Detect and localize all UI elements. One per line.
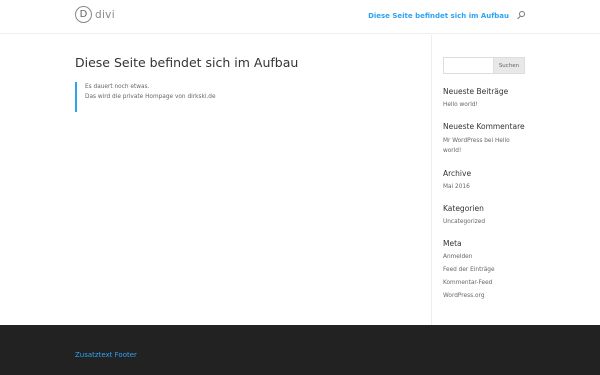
comment-post-link[interactable]: Hello <box>495 138 510 144</box>
search-button[interactable]: Suchen <box>494 57 525 74</box>
list-item: Uncategorized <box>443 218 543 226</box>
footer-text-link[interactable]: Zusatztext Footer <box>75 351 137 359</box>
list-item: Anmelden <box>443 253 543 261</box>
list-item: WordPress.org <box>443 292 543 300</box>
sidebar: Suchen Neueste Beiträge Hello world! Neu… <box>443 57 543 300</box>
archive-link[interactable]: Mai 2016 <box>443 184 470 190</box>
site-header: D divi Diese Seite befindet sich im Aufb… <box>0 0 600 34</box>
search-icon[interactable] <box>517 11 526 20</box>
list-item: Mai 2016 <box>443 183 543 191</box>
page-title: Diese Seite befindet sich im Aufbau <box>75 55 299 70</box>
meta-link-login[interactable]: Anmelden <box>443 254 472 260</box>
logo-text: divi <box>95 8 115 21</box>
meta-link-entries-feed[interactable]: Feed der Einträge <box>443 267 495 273</box>
widget-title-meta: Meta <box>443 239 462 248</box>
list-item: Mr WordPress bei Hello world! <box>443 136 543 156</box>
comment-author-link[interactable]: Mr WordPress <box>443 138 482 144</box>
widget-title-recent-posts: Neueste Beiträge <box>443 87 509 96</box>
blockquote: Es dauert noch etwas. Das wird die priva… <box>75 82 216 112</box>
recent-comments-list: Mr WordPress bei Hello world! <box>443 136 543 156</box>
site-logo[interactable]: D divi <box>75 6 115 23</box>
archive-list: Mai 2016 <box>443 183 543 191</box>
main-content: Diese Seite befindet sich im Aufbau Es d… <box>0 35 600 325</box>
quote-line-1: Es dauert noch etwas. <box>85 84 150 90</box>
sidebar-divider <box>431 35 432 325</box>
categories-list: Uncategorized <box>443 218 543 226</box>
widget-title-categories: Kategorien <box>443 204 484 213</box>
list-item: Feed der Einträge <box>443 266 543 274</box>
nav-link-home[interactable]: Diese Seite befindet sich im Aufbau <box>368 12 509 20</box>
sidebar-search: Suchen <box>443 57 543 74</box>
logo-mark-icon: D <box>75 6 92 23</box>
recent-posts-list: Hello world! <box>443 101 543 109</box>
widget-title-archive: Archive <box>443 169 472 178</box>
quote-line-2: Das wird die private Hompage von dirkski… <box>85 94 216 100</box>
meta-link-comments-feed[interactable]: Kommentar-Feed <box>443 280 492 286</box>
comment-connector: bei <box>484 138 494 144</box>
list-item: Hello world! <box>443 101 543 109</box>
meta-link-wordpress[interactable]: WordPress.org <box>443 293 485 299</box>
widget-title-recent-comments: Neueste Kommentare <box>443 122 525 131</box>
meta-list: Anmelden Feed der Einträge Kommentar-Fee… <box>443 253 543 300</box>
recent-post-link[interactable]: Hello world! <box>443 102 478 108</box>
list-item: Kommentar-Feed <box>443 279 543 287</box>
category-link[interactable]: Uncategorized <box>443 219 485 225</box>
site-footer: Zusatztext Footer <box>0 325 600 375</box>
search-input[interactable] <box>443 57 494 74</box>
comment-post-link-cont[interactable]: world! <box>443 148 461 154</box>
